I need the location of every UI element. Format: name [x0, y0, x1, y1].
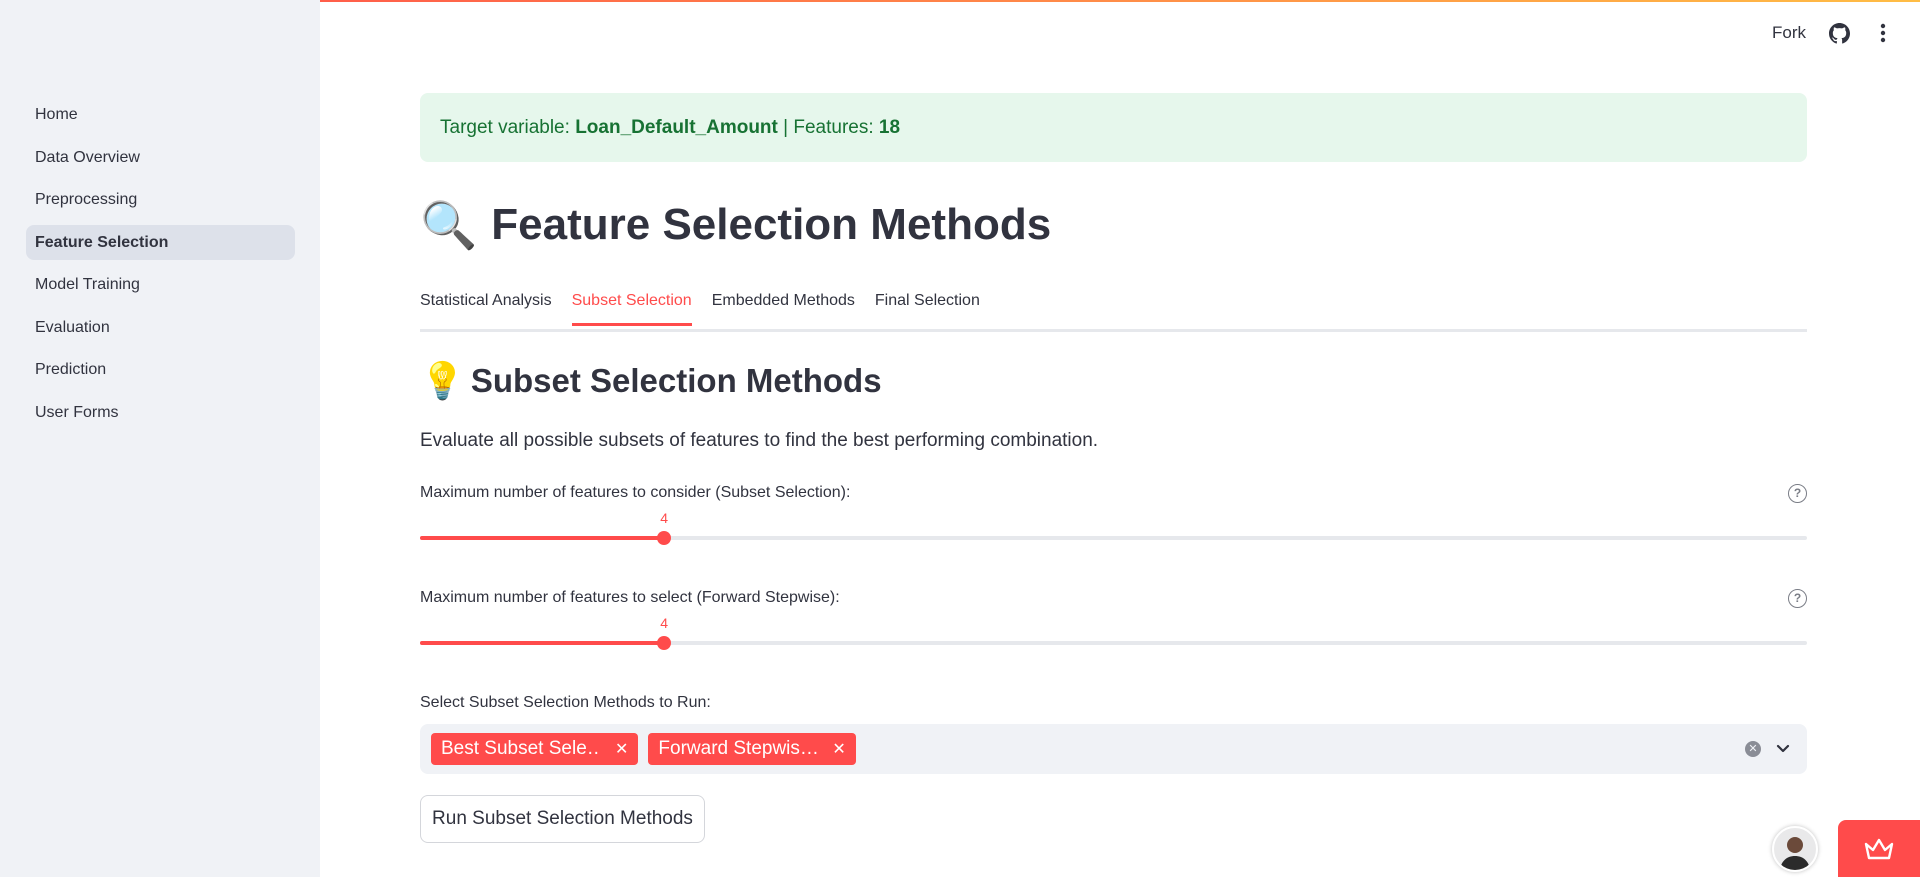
sidebar-item-user-forms[interactable]: User Forms	[26, 395, 295, 430]
slider-thumb[interactable]	[657, 636, 672, 650]
magnifier-icon: 🔍	[420, 199, 478, 251]
subset-max-features-slider: Maximum number of features to consider (…	[420, 484, 1807, 545]
chevron-down-icon[interactable]	[1775, 740, 1791, 761]
forward-stepwise-max-features-slider: Maximum number of features to select (Fo…	[420, 589, 1807, 650]
slider-fill	[420, 641, 665, 645]
tab-embedded-methods[interactable]: Embedded Methods	[712, 286, 855, 320]
sidebar-item-prediction[interactable]: Prediction	[26, 352, 295, 387]
chip-forward-stepwise: Forward Stepwis… ✕	[648, 733, 856, 765]
slider-track[interactable]	[420, 531, 1807, 545]
methods-multiselect[interactable]: Best Subset Sele… ✕ Forward Stepwis… ✕ ✕	[420, 724, 1807, 774]
sidebar-item-preprocessing[interactable]: Preprocessing	[26, 182, 295, 217]
section-title-text: Subset Selection Methods	[470, 362, 882, 399]
slider-fill	[420, 536, 665, 540]
sidebar-item-home[interactable]: Home	[26, 97, 295, 132]
section-description: Evaluate all possible subsets of feature…	[420, 430, 1099, 451]
sidebar-nav: Home Data Overview Preprocessing Feature…	[26, 97, 295, 437]
sidebar-item-data-overview[interactable]: Data Overview	[26, 140, 295, 175]
lightbulb-icon: 💡	[420, 360, 465, 401]
more-vertical-icon[interactable]	[1872, 22, 1894, 44]
help-icon[interactable]: ?	[1788, 589, 1807, 608]
sidebar-item-evaluation[interactable]: Evaluation	[26, 310, 295, 345]
run-subset-selection-button[interactable]: Run Subset Selection Methods	[420, 795, 705, 843]
target-info-alert: Target variable: Loan_Default_Amount | F…	[420, 93, 1807, 162]
streamlit-crown-icon[interactable]	[1838, 820, 1920, 877]
page-title: 🔍 Feature Selection Methods	[420, 200, 1051, 250]
remove-chip-icon[interactable]: ✕	[615, 739, 628, 759]
slider-value: 4	[660, 615, 669, 631]
tab-subset-selection[interactable]: Subset Selection	[571, 286, 692, 326]
target-info-separator: | Features:	[777, 117, 879, 138]
sidebar: Home Data Overview Preprocessing Feature…	[0, 0, 320, 877]
feature-count-value: 18	[878, 117, 901, 138]
multiselect-label: Select Subset Selection Methods to Run:	[420, 694, 711, 711]
slider-label: Maximum number of features to consider (…	[420, 484, 851, 501]
slider-track[interactable]	[420, 636, 1807, 650]
header-toolbar: Fork	[1772, 22, 1894, 44]
chip-best-subset: Best Subset Sele… ✕	[431, 733, 639, 765]
target-variable-value: Loan_Default_Amount	[575, 117, 778, 138]
section-title: 💡 Subset Selection Methods	[420, 362, 882, 400]
sidebar-item-model-training[interactable]: Model Training	[26, 267, 295, 302]
slider-label: Maximum number of features to select (Fo…	[420, 589, 840, 606]
tab-statistical-analysis[interactable]: Statistical Analysis	[420, 286, 552, 320]
page-title-text: Feature Selection Methods	[491, 200, 1052, 249]
help-icon[interactable]: ?	[1788, 484, 1807, 503]
sidebar-item-feature-selection[interactable]: Feature Selection	[26, 224, 295, 260]
clear-all-icon[interactable]: ✕	[1745, 741, 1761, 757]
github-icon[interactable]	[1828, 22, 1850, 44]
chip-label: Best Subset Sele…	[441, 738, 601, 759]
chip-label: Forward Stepwis…	[658, 738, 819, 759]
target-info-prefix: Target variable:	[440, 117, 576, 138]
slider-thumb[interactable]	[657, 531, 672, 545]
avatar[interactable]	[1772, 826, 1818, 872]
tab-bar: Statistical Analysis Subset Selection Em…	[420, 286, 1807, 332]
fork-link[interactable]: Fork	[1772, 23, 1806, 43]
slider-value: 4	[660, 510, 669, 526]
tab-final-selection[interactable]: Final Selection	[875, 286, 980, 320]
remove-chip-icon[interactable]: ✕	[832, 739, 845, 759]
